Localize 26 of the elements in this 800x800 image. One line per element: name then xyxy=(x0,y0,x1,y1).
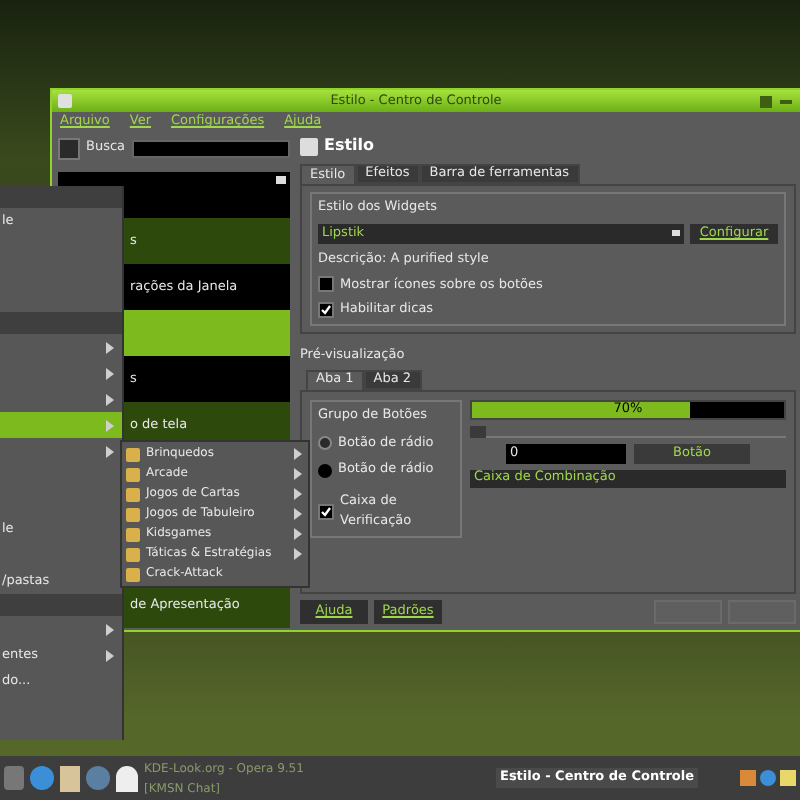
clear-icon[interactable] xyxy=(58,137,80,159)
search-field[interactable] xyxy=(131,139,290,157)
globe-icon[interactable] xyxy=(30,766,54,790)
help-icon[interactable] xyxy=(760,95,772,107)
radio-button[interactable] xyxy=(318,435,332,450)
folder-icon[interactable] xyxy=(60,765,80,791)
slider-thumb[interactable] xyxy=(470,425,486,438)
penguin-icon[interactable] xyxy=(116,765,138,791)
style-icon xyxy=(300,137,318,155)
arrow-icon xyxy=(106,341,114,353)
module-title: Estilo xyxy=(324,134,375,158)
arrow-icon xyxy=(106,419,114,431)
start-menu-item[interactable] xyxy=(0,412,122,438)
checkbox[interactable] xyxy=(318,302,334,319)
checkbox[interactable] xyxy=(318,276,334,293)
launcher-icon[interactable] xyxy=(4,766,24,790)
arrow-icon xyxy=(106,367,114,379)
checkbox[interactable] xyxy=(318,503,334,520)
arrow-icon xyxy=(106,623,114,635)
arrow-icon xyxy=(106,649,114,661)
dropdown-icon xyxy=(672,230,680,237)
arrow-icon xyxy=(106,445,114,457)
minimize-icon[interactable] xyxy=(780,99,792,103)
arrow-icon xyxy=(106,393,114,405)
app-icon xyxy=(58,94,72,108)
radio-button[interactable] xyxy=(318,463,332,478)
